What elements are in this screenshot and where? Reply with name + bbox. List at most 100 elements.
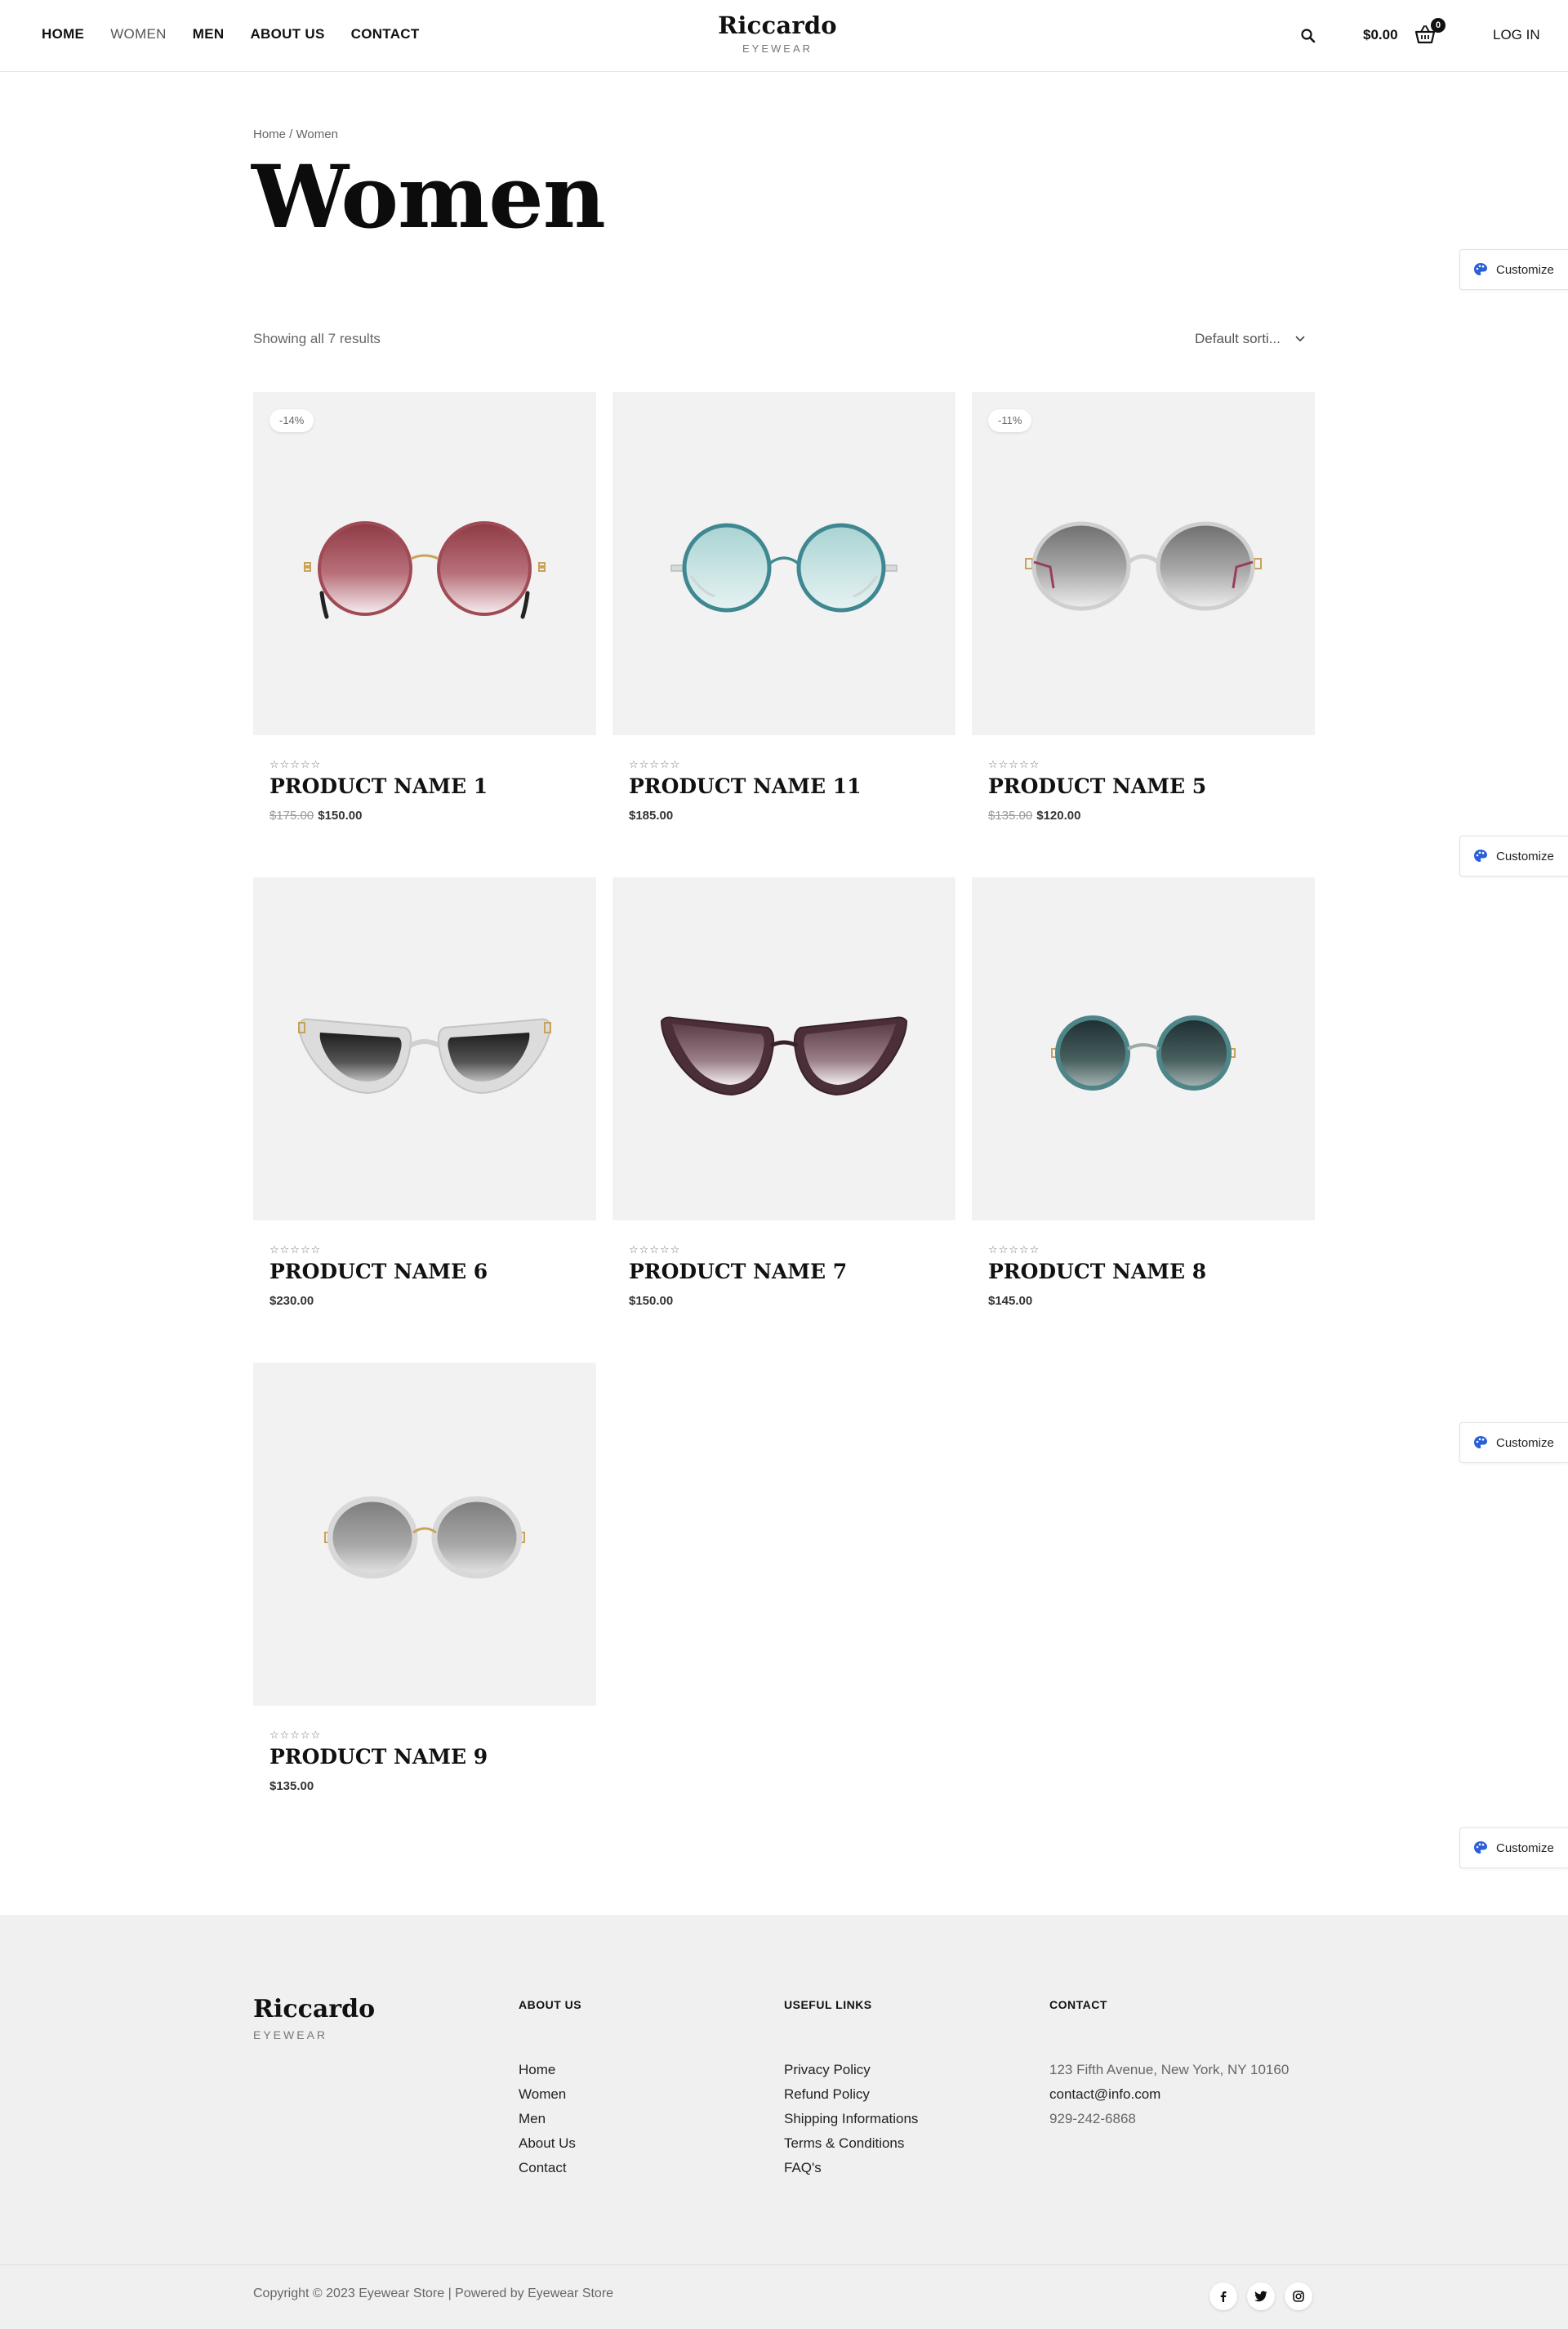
product-name[interactable]: PRODUCT NAME 6: [270, 1260, 488, 1283]
current-price: $150.00: [629, 1294, 674, 1308]
footer-link-men[interactable]: Men: [519, 2111, 581, 2135]
facebook-icon[interactable]: [1209, 2282, 1237, 2310]
instagram-icon[interactable]: [1285, 2282, 1312, 2310]
product-image[interactable]: [253, 1363, 596, 1706]
twitter-icon[interactable]: [1247, 2282, 1275, 2310]
product-image[interactable]: [612, 392, 956, 735]
rating-stars: ☆☆☆☆☆: [270, 758, 322, 770]
palette-icon: [1474, 263, 1487, 275]
login-link[interactable]: LOG IN: [1493, 27, 1540, 43]
copyright: Copyright © 2023 Eyewear Store | Powered…: [253, 2287, 614, 2300]
footer-link-privacy[interactable]: Privacy Policy: [784, 2062, 918, 2086]
product-name[interactable]: PRODUCT NAME 9: [270, 1745, 488, 1769]
footer-link-women[interactable]: Women: [519, 2086, 581, 2111]
product-price: $175.00 $150.00: [270, 809, 362, 823]
product-price: $135.00: [270, 1779, 314, 1793]
discount-badge: -14%: [270, 409, 314, 432]
results-count: Showing all 7 results: [253, 331, 381, 346]
current-price: $135.00: [270, 1779, 314, 1793]
logo-brand: Riccardo: [718, 11, 837, 39]
cart-total[interactable]: $0.00: [1363, 27, 1398, 43]
palette-icon: [1474, 850, 1487, 862]
footer-brand: Riccardo: [253, 1995, 376, 2023]
footer-logo[interactable]: Riccardo EYEWEAR: [253, 1995, 375, 2041]
footer-divider: [0, 2264, 1568, 2265]
footer-link-about-us[interactable]: About Us: [519, 2135, 581, 2160]
rating-stars: ☆☆☆☆☆: [629, 758, 681, 770]
rating-stars: ☆☆☆☆☆: [988, 1243, 1040, 1256]
footer-link-refund[interactable]: Refund Policy: [784, 2086, 918, 2111]
product-card[interactable]: ☆☆☆☆☆ PRODUCT NAME 9 $135.00: [253, 1363, 596, 1793]
product-price: $145.00: [988, 1294, 1032, 1308]
site-header: HOME WOMEN MEN ABOUT US CONTACT Riccardo…: [0, 0, 1568, 72]
product-name[interactable]: PRODUCT NAME 5: [988, 774, 1206, 798]
current-price: $120.00: [1036, 809, 1081, 823]
sort-select[interactable]: Default sorti...: [1195, 331, 1305, 347]
customize-button[interactable]: Customize: [1459, 249, 1568, 290]
old-price: $175.00: [270, 809, 314, 823]
product-image[interactable]: [253, 877, 596, 1220]
palette-icon: [1474, 1841, 1487, 1854]
footer-about-title: ABOUT US: [519, 1998, 582, 2011]
palette-icon: [1474, 1436, 1487, 1448]
product-card[interactable]: -11% ☆☆☆☆☆ PRODUCT NAME 5 $135.00 $120.00: [972, 392, 1315, 823]
product-name[interactable]: PRODUCT NAME 8: [988, 1260, 1206, 1283]
product-image[interactable]: [972, 877, 1315, 1220]
customize-label: Customize: [1496, 1435, 1554, 1450]
site-footer: Riccardo EYEWEAR ABOUT US Home Women Men…: [0, 1915, 1568, 2329]
footer-phone: 929-242-6868: [1049, 2111, 1136, 2126]
product-image[interactable]: -14%: [253, 392, 596, 735]
footer-link-contact[interactable]: Contact: [519, 2160, 581, 2184]
old-price: $135.00: [988, 809, 1033, 823]
product-price: $185.00: [629, 809, 673, 823]
customize-button[interactable]: Customize: [1459, 1827, 1568, 1868]
search-icon[interactable]: [1299, 27, 1317, 45]
product-name[interactable]: PRODUCT NAME 11: [629, 774, 862, 798]
product-image[interactable]: -11%: [972, 392, 1315, 735]
footer-useful-title: USEFUL LINKS: [784, 1998, 872, 2011]
footer-address: 123 Fifth Avenue, New York, NY 10160: [1049, 2062, 1290, 2077]
rating-stars: ☆☆☆☆☆: [270, 1729, 322, 1741]
sort-label: Default sorti...: [1195, 331, 1281, 346]
footer-email[interactable]: contact@info.com: [1049, 2086, 1289, 2111]
product-card[interactable]: -14% ☆☆☆☆☆ PRODUCT NAME 1 $175.00 $150.00: [253, 392, 596, 823]
product-price: $150.00: [629, 1294, 673, 1308]
footer-link-home[interactable]: Home: [519, 2062, 581, 2086]
current-price: $185.00: [629, 809, 674, 823]
rating-stars: ☆☆☆☆☆: [629, 1243, 681, 1256]
product-card[interactable]: ☆☆☆☆☆ PRODUCT NAME 7 $150.00: [612, 877, 956, 1308]
customize-label: Customize: [1496, 262, 1554, 277]
customize-button[interactable]: Customize: [1459, 1422, 1568, 1463]
breadcrumb[interactable]: Home / Women: [253, 127, 338, 141]
footer-useful-column: USEFUL LINKS Privacy Policy Refund Polic…: [784, 1998, 918, 2184]
current-price: $230.00: [270, 1294, 314, 1308]
customize-button[interactable]: Customize: [1459, 836, 1568, 877]
footer-link-terms[interactable]: Terms & Conditions: [784, 2135, 918, 2160]
rating-stars: ☆☆☆☆☆: [270, 1243, 322, 1256]
discount-badge: -11%: [988, 409, 1032, 432]
footer-about-column: ABOUT US Home Women Men About Us Contact: [519, 1998, 581, 2184]
logo-subtitle: EYEWEAR: [742, 42, 813, 55]
customize-label: Customize: [1496, 849, 1554, 863]
footer-contact-column: CONTACT 123 Fifth Avenue, New York, NY 1…: [1049, 1998, 1289, 2135]
site-logo[interactable]: Riccardo EYEWEAR: [0, 11, 1555, 55]
chevron-down-icon: [1295, 336, 1305, 342]
current-price: $145.00: [988, 1294, 1033, 1308]
current-price: $150.00: [318, 809, 363, 823]
product-card[interactable]: ☆☆☆☆☆ PRODUCT NAME 11 $185.00: [612, 392, 956, 823]
product-name[interactable]: PRODUCT NAME 7: [629, 1260, 847, 1283]
product-card[interactable]: ☆☆☆☆☆ PRODUCT NAME 6 $230.00: [253, 877, 596, 1308]
footer-link-shipping[interactable]: Shipping Informations: [784, 2111, 918, 2135]
footer-brand-subtitle: EYEWEAR: [253, 2028, 328, 2041]
product-card[interactable]: ☆☆☆☆☆ PRODUCT NAME 8 $145.00: [972, 877, 1315, 1308]
product-name[interactable]: PRODUCT NAME 1: [270, 774, 488, 798]
product-price: $135.00 $120.00: [988, 809, 1080, 823]
cart-count-badge: 0: [1431, 18, 1446, 33]
rating-stars: ☆☆☆☆☆: [988, 758, 1040, 770]
customize-label: Customize: [1496, 1840, 1554, 1855]
footer-contact-title: CONTACT: [1049, 1998, 1107, 2011]
page-title: Women: [252, 145, 606, 248]
product-image[interactable]: [612, 877, 956, 1220]
footer-link-faq[interactable]: FAQ's: [784, 2160, 918, 2184]
product-price: $230.00: [270, 1294, 314, 1308]
